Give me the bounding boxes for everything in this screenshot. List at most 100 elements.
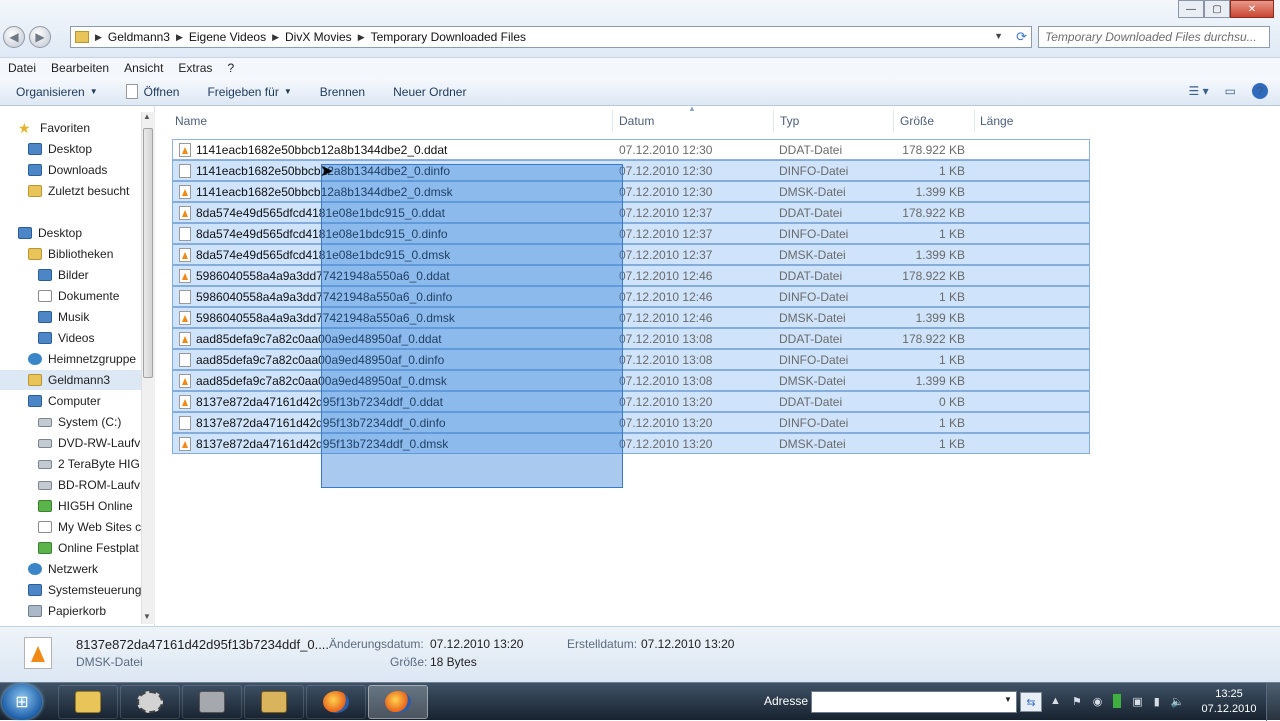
preview-pane-icon[interactable]: ▭ bbox=[1225, 84, 1236, 98]
help-icon[interactable]: ? bbox=[1252, 83, 1268, 99]
file-row[interactable]: 5986040558a4a9a3dd77421948a550a6_0.dinfo… bbox=[172, 286, 1090, 307]
file-row[interactable]: 8da574e49d565dfcd4181e08e1bdc915_0.dinfo… bbox=[172, 223, 1090, 244]
file-row[interactable]: 5986040558a4a9a3dd77421948a550a6_0.ddat 0… bbox=[172, 265, 1090, 286]
file-row[interactable]: 8da574e49d565dfcd4181e08e1bdc915_0.ddat 0… bbox=[172, 202, 1090, 223]
view-options-icon[interactable]: ☰ ▾ bbox=[1189, 84, 1209, 98]
menu-item-datei[interactable]: Datei bbox=[8, 61, 36, 75]
address-go-button[interactable]: ⇆ bbox=[1020, 692, 1042, 712]
address-toolbar-input[interactable] bbox=[811, 691, 1017, 713]
chevron-down-icon[interactable]: ▼ bbox=[1004, 695, 1012, 704]
taskbar-explorer-button[interactable] bbox=[58, 685, 118, 719]
nav-item-desktop-favorite[interactable]: Desktop bbox=[28, 139, 92, 159]
scroll-up-icon[interactable]: ▲ bbox=[143, 112, 151, 121]
column-header-length[interactable]: Länge bbox=[980, 110, 1013, 132]
chevron-right-icon[interactable]: ▶ bbox=[176, 32, 183, 43]
nav-item-recycle-bin[interactable]: Papierkorb bbox=[28, 601, 106, 621]
network-status-icon[interactable]: ▣ bbox=[1132, 695, 1142, 708]
column-divider[interactable] bbox=[773, 110, 774, 132]
file-row[interactable]: 1141eacb1682e50bbcb12a8b1344dbe2_0.dinfo… bbox=[172, 160, 1090, 181]
nav-item-dvd-drive[interactable]: DVD-RW-Laufv bbox=[38, 433, 140, 453]
new-folder-button[interactable]: Neuer Ordner bbox=[393, 85, 466, 99]
nav-item-computer[interactable]: Computer bbox=[28, 391, 101, 411]
nav-item-favorites[interactable]: ★ Favoriten bbox=[18, 118, 90, 138]
taskbar-firefox-active-button[interactable] bbox=[368, 685, 428, 719]
column-header-size[interactable]: Größe bbox=[900, 110, 934, 132]
nav-item-hig5h-online[interactable]: HIG5H Online bbox=[38, 496, 133, 516]
start-button[interactable]: ⊞ bbox=[2, 684, 42, 720]
file-row[interactable]: aad85defa9c7a82c0aa00a9ed48950af_0.dinfo… bbox=[172, 349, 1090, 370]
nav-item-system-c[interactable]: System (C:) bbox=[38, 412, 121, 432]
menu-item-help[interactable]: ? bbox=[227, 61, 234, 75]
nav-item-network[interactable]: Netzwerk bbox=[28, 559, 98, 579]
file-size: 1 KB bbox=[938, 290, 965, 304]
volume-icon[interactable]: 🔈 bbox=[1171, 695, 1185, 708]
close-button[interactable]: ✕ bbox=[1230, 0, 1274, 18]
nav-scrollbar-thumb[interactable] bbox=[143, 128, 153, 378]
nav-item-libraries[interactable]: Bibliotheken bbox=[28, 244, 113, 264]
address-bar[interactable]: ▶ Geldmann3 ▶ Eigene Videos ▶ DivX Movie… bbox=[70, 26, 1032, 48]
nav-item-control-panel[interactable]: Systemsteuerung bbox=[28, 580, 141, 600]
burn-button[interactable]: Brennen bbox=[320, 85, 365, 99]
column-header-date[interactable]: Datum bbox=[619, 110, 654, 132]
search-input[interactable]: Temporary Downloaded Files durchsu... bbox=[1038, 26, 1270, 48]
taskbar-files-button[interactable] bbox=[244, 685, 304, 719]
breadcrumb-item[interactable]: Eigene Videos bbox=[189, 30, 266, 44]
file-row[interactable]: 8137e872da47161d42d95f13b7234ddf_0.dinfo… bbox=[172, 412, 1090, 433]
menu-item-ansicht[interactable]: Ansicht bbox=[124, 61, 163, 75]
nav-item-desktop[interactable]: Desktop bbox=[18, 223, 82, 243]
nav-item-downloads[interactable]: Downloads bbox=[28, 160, 107, 180]
nav-item-recent[interactable]: Zuletzt besucht bbox=[28, 181, 129, 201]
menu-item-extras[interactable]: Extras bbox=[178, 61, 212, 75]
nav-item-user[interactable]: Geldmann3 bbox=[0, 370, 141, 390]
nav-item-videos[interactable]: Videos bbox=[38, 328, 94, 348]
nav-item-terabyte-drive[interactable]: 2 TeraByte HIG bbox=[38, 454, 140, 474]
file-row[interactable]: 8137e872da47161d42d95f13b7234ddf_0.dmsk 0… bbox=[172, 433, 1090, 454]
file-row[interactable]: 1141eacb1682e50bbcb12a8b1344dbe2_0.dmsk 0… bbox=[172, 181, 1090, 202]
chevron-right-icon[interactable]: ▶ bbox=[272, 32, 279, 43]
nav-item-bdrom-drive[interactable]: BD-ROM-Laufv bbox=[38, 475, 140, 495]
refresh-icon[interactable]: ⟳ bbox=[1016, 29, 1027, 45]
forward-button[interactable]: ▶ bbox=[29, 26, 51, 48]
nav-item-music[interactable]: Musik bbox=[38, 307, 89, 327]
open-button[interactable]: Öffnen bbox=[125, 84, 179, 99]
minimize-button[interactable]: — bbox=[1178, 0, 1204, 18]
nav-item-pictures[interactable]: Bilder bbox=[38, 265, 89, 285]
file-row[interactable]: aad85defa9c7a82c0aa00a9ed48950af_0.dmsk 0… bbox=[172, 370, 1090, 391]
taskbar-firefox-button[interactable] bbox=[306, 685, 366, 719]
organize-button[interactable]: Organisieren ▼ bbox=[16, 85, 98, 99]
user-folder-icon bbox=[28, 374, 42, 386]
column-divider[interactable] bbox=[974, 110, 975, 132]
back-button[interactable]: ◀ bbox=[3, 26, 25, 48]
file-row[interactable]: 8137e872da47161d42d95f13b7234ddf_0.ddat 0… bbox=[172, 391, 1090, 412]
cpu-meter-icon[interactable] bbox=[1113, 694, 1122, 708]
nav-item-online-festplatte[interactable]: Online Festplat bbox=[38, 538, 139, 558]
column-header-name[interactable]: Name bbox=[175, 110, 207, 132]
column-divider[interactable] bbox=[612, 110, 613, 132]
share-button[interactable]: Freigeben für ▼ bbox=[207, 85, 291, 99]
flag-icon[interactable]: ⚑ bbox=[1072, 695, 1082, 708]
taskbar-media-button[interactable] bbox=[182, 685, 242, 719]
column-divider[interactable] bbox=[893, 110, 894, 132]
file-row[interactable]: 1141eacb1682e50bbcb12a8b1344dbe2_0.ddat 0… bbox=[172, 139, 1090, 160]
power-icon[interactable]: ▮ bbox=[1154, 695, 1160, 708]
file-row[interactable]: 8da574e49d565dfcd4181e08e1bdc915_0.dmsk 0… bbox=[172, 244, 1090, 265]
column-header-type[interactable]: Typ bbox=[780, 110, 799, 132]
maximize-button[interactable]: ▢ bbox=[1204, 0, 1230, 18]
taskbar-settings-button[interactable] bbox=[120, 685, 180, 719]
tray-app-icon[interactable]: ◉ bbox=[1093, 695, 1103, 708]
menu-item-bearbeiten[interactable]: Bearbeiten bbox=[51, 61, 109, 75]
chevron-right-icon[interactable]: ▶ bbox=[358, 32, 365, 43]
chevron-down-icon[interactable]: ▼ bbox=[994, 31, 1003, 41]
scroll-down-icon[interactable]: ▼ bbox=[143, 612, 151, 621]
nav-item-homegroup[interactable]: Heimnetzgruppe bbox=[28, 349, 136, 369]
nav-item-documents[interactable]: Dokumente bbox=[38, 286, 119, 306]
breadcrumb-item[interactable]: DivX Movies bbox=[285, 30, 352, 44]
nav-item-my-web-sites[interactable]: My Web Sites c bbox=[38, 517, 141, 537]
file-row[interactable]: 5986040558a4a9a3dd77421948a550a6_0.dmsk 0… bbox=[172, 307, 1090, 328]
show-desktop-button[interactable] bbox=[1266, 683, 1280, 721]
tray-expand-icon[interactable]: ▲ bbox=[1050, 695, 1061, 707]
breadcrumb-item[interactable]: Temporary Downloaded Files bbox=[371, 30, 526, 44]
breadcrumb-item[interactable]: Geldmann3 bbox=[108, 30, 170, 44]
clock[interactable]: 13:25 07.12.2010 bbox=[1200, 687, 1258, 717]
file-row[interactable]: aad85defa9c7a82c0aa00a9ed48950af_0.ddat 0… bbox=[172, 328, 1090, 349]
